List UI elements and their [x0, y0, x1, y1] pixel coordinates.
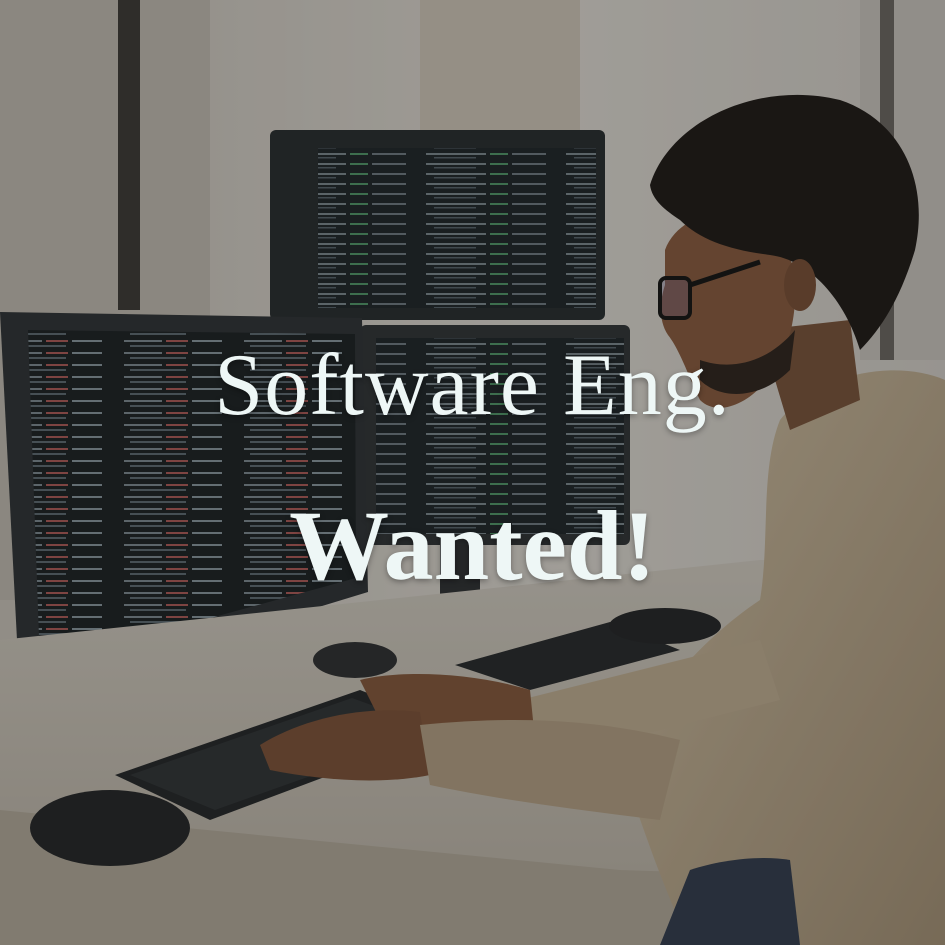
monitor-back [270, 130, 605, 320]
mouse-back [609, 608, 721, 644]
mouse-front [30, 790, 190, 866]
office-scene-illustration [0, 0, 945, 945]
headline-line2: Wanted! [289, 490, 656, 601]
hero-photo: Software Eng. Wanted! [0, 0, 945, 945]
headline-line1: Software Eng. [214, 337, 731, 434]
